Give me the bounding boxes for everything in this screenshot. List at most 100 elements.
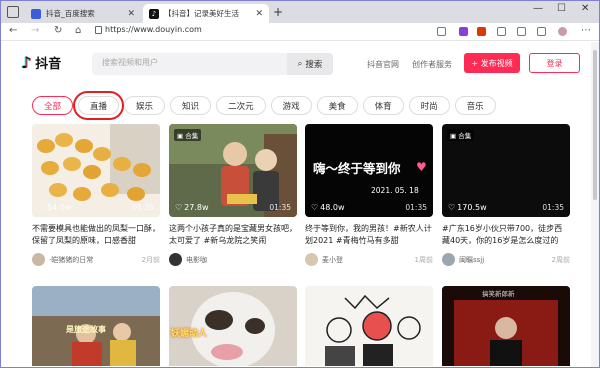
video-thumbnail[interactable]: ▣ 合集 ♡ 170.5w 01:35	[442, 124, 570, 217]
video-duration: 01:35	[132, 203, 154, 212]
category-live[interactable]: 直播	[73, 91, 125, 120]
category-sports[interactable]: 体育	[362, 96, 404, 115]
login-button[interactable]: 登录	[529, 53, 580, 73]
like-count: ♡ 54.0w	[38, 203, 72, 212]
video-thumbnail[interactable]: 搞笑新郎新	[442, 286, 570, 366]
scrollbar-thumb[interactable]	[593, 50, 597, 200]
creator-service-link[interactable]: 创作者服务	[412, 59, 452, 70]
more-menu-icon[interactable]: ⋯	[581, 25, 591, 36]
extensions-icon[interactable]	[497, 27, 506, 36]
author-name[interactable]: 电影咖	[186, 255, 297, 265]
video-description[interactable]: 不需要模具也能做出的凤梨一口酥，保留了凤梨的原味，口感香甜	[32, 223, 160, 247]
video-thumbnail[interactable]: 嗨～终于等到你 ♥ 2021. 05. 18 ♡ 48.0w 01:35	[305, 124, 433, 217]
collection-badge: ▣ 合集	[447, 129, 475, 141]
minimize-icon[interactable]: —	[533, 3, 543, 14]
cartoon-thumbnail-image	[305, 286, 433, 366]
video-meta: ·皑猪猪的日常 2月前	[32, 253, 160, 266]
collection-badge: ▣ 合集	[174, 129, 202, 141]
video-thumbnail[interactable]: ♡ 54.0w 01:35	[32, 124, 160, 217]
search-icon: ⌕	[297, 59, 303, 69]
forward-icon[interactable]: →	[31, 25, 39, 36]
collection-icon: ▣	[450, 132, 459, 140]
category-acg[interactable]: 二次元	[216, 96, 266, 115]
heart-sticker-icon: ♥	[416, 160, 427, 174]
close-window-icon[interactable]: ✕	[581, 3, 589, 14]
category-games[interactable]: 游戏	[270, 96, 312, 115]
close-tab-icon[interactable]: ✕	[255, 9, 263, 19]
heart-icon: ♡	[175, 203, 183, 212]
home-icon[interactable]: ⌂	[75, 25, 81, 36]
office-icon[interactable]	[477, 27, 486, 36]
tab-bar: 抖音_百度搜索 ✕ ♪ 【抖音】记录美好生活 ✕ + — ☐ ✕	[1, 1, 599, 23]
video-description[interactable]: 这两个小孩子真的是宝藏男女孩吧，太可爱了 #新乌龙院之笑闹	[169, 223, 297, 247]
lock-icon	[95, 26, 102, 34]
search-box: ⌕ 搜索	[92, 53, 333, 75]
window-menu-icon[interactable]	[7, 6, 19, 18]
favorites-bar-icon[interactable]	[537, 27, 546, 36]
video-thumbnail[interactable]	[305, 286, 433, 366]
back-icon[interactable]: ←	[9, 25, 17, 36]
new-tab-button[interactable]: +	[273, 5, 283, 19]
url-field[interactable]: https://www.douyin.com	[105, 25, 202, 34]
video-duration: 01:35	[542, 203, 564, 212]
onenote-icon[interactable]	[459, 27, 468, 36]
search-button[interactable]: ⌕ 搜索	[287, 53, 333, 75]
tab-baidu[interactable]: 抖音_百度搜索 ✕	[25, 4, 141, 23]
search-button-label: 搜索	[305, 60, 323, 70]
video-card[interactable]: 嗨～终于等到你 ♥ 2021. 05. 18 ♡ 48.0w 01:35 终于等到…	[305, 124, 433, 266]
video-thumbnail[interactable]: 是旅途故事	[32, 286, 160, 366]
stage-thumbnail-image	[442, 286, 570, 366]
avatar[interactable]	[442, 253, 455, 266]
category-all[interactable]: 全部	[32, 96, 74, 115]
thumbnail-caption: 嗨～终于等到你	[313, 161, 401, 176]
upload-video-button[interactable]: + 发布视频	[464, 53, 520, 73]
heart-icon: ♡	[38, 203, 46, 212]
author-name[interactable]: 麦小登	[322, 255, 415, 265]
category-entertainment[interactable]: 娱乐	[124, 96, 166, 115]
category-music[interactable]: 音乐	[454, 96, 496, 115]
avatar[interactable]	[305, 253, 318, 266]
author-name[interactable]: ·皑猪猪的日常	[49, 255, 142, 265]
video-duration: 01:35	[269, 203, 291, 212]
search-input[interactable]	[102, 58, 282, 67]
video-thumbnail[interactable]: ▣ 合集 ♡ 27.8w 01:35	[169, 124, 297, 217]
collection-icon: ▣	[177, 132, 186, 140]
profile-avatar-icon[interactable]	[558, 27, 567, 36]
heart-icon: ♡	[311, 203, 319, 212]
video-card[interactable]: ▣ 合集 ♡ 27.8w 01:35 这两个小孩子真的是宝藏男女孩吧，太可爱了 #…	[169, 124, 297, 266]
video-card[interactable]: ▣ 合集 ♡ 170.5w 01:35 #广东16岁小伙只带700，徒步西藏40天…	[442, 124, 570, 266]
collections-icon[interactable]	[517, 27, 526, 36]
like-count: ♡ 48.0w	[311, 203, 345, 212]
official-site-link[interactable]: 抖音官网	[367, 59, 399, 70]
video-card[interactable]: ♡ 54.0w 01:35 不需要模具也能做出的凤梨一口酥，保留了凤梨的原味，口感…	[32, 124, 160, 266]
heart-icon: ♡	[448, 203, 456, 212]
category-tabs: 全部 直播 娱乐 知识 二次元 游戏 美食 体育 时尚 音乐	[32, 91, 496, 120]
refresh-icon[interactable]: ↻	[54, 25, 62, 36]
video-thumbnail[interactable]: 妖媚动人	[169, 286, 297, 366]
like-count: ♡ 170.5w	[448, 203, 487, 212]
close-tab-icon[interactable]: ✕	[127, 9, 135, 19]
douyin-logo[interactable]: ♪ 抖音	[21, 53, 61, 72]
thumbnail-caption: 妖媚动人	[171, 329, 208, 339]
author-name[interactable]: 闽瞩ssjj	[459, 255, 552, 265]
favorites-star-icon[interactable]	[437, 27, 446, 36]
like-count: ♡ 27.8w	[175, 203, 209, 212]
category-food[interactable]: 美食	[316, 96, 358, 115]
video-duration: 01:35	[405, 203, 427, 212]
post-time: 1周前	[414, 255, 433, 264]
scrollbar-track[interactable]	[591, 42, 599, 367]
category-knowledge[interactable]: 知识	[170, 96, 212, 115]
category-fashion[interactable]: 时尚	[408, 96, 450, 115]
video-description[interactable]: 终于等到你，我的男孩！#新农人计划2021 #青梅竹马有多甜	[305, 223, 433, 247]
video-description[interactable]: #广东16岁小伙只带700，徒步西藏40天，你的16岁是怎么度过的	[442, 223, 570, 247]
avatar[interactable]	[169, 253, 182, 266]
video-meta: 麦小登 1周前	[305, 253, 433, 266]
avatar[interactable]	[32, 253, 45, 266]
thumbnail-caption: 搞笑新郎新	[482, 290, 515, 298]
tab-title: 【抖音】记录美好生活	[164, 9, 239, 18]
logo-text: 抖音	[35, 57, 62, 72]
douyin-favicon-icon: ♪	[149, 8, 159, 19]
baidu-favicon-icon	[31, 8, 41, 19]
maximize-icon[interactable]: ☐	[557, 3, 566, 14]
tab-douyin[interactable]: ♪ 【抖音】记录美好生活 ✕	[143, 4, 269, 23]
